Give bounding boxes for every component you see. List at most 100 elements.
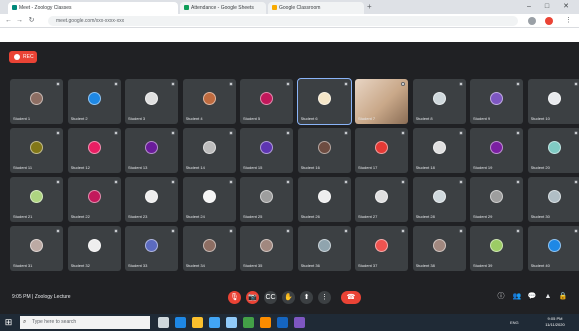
participant-tile[interactable]: Student 3 xyxy=(125,79,178,124)
participant-tile[interactable]: Student 40 xyxy=(527,226,579,271)
participant-tile[interactable]: Student 9 xyxy=(470,79,523,124)
back-icon[interactable]: ← xyxy=(4,16,13,26)
extension-icon[interactable] xyxy=(528,17,536,25)
participant-avatar xyxy=(375,190,388,203)
participant-tile[interactable]: Student 22 xyxy=(67,177,121,222)
participant-tile[interactable]: Student 27 xyxy=(355,177,408,222)
participant-tile[interactable]: Student 24 xyxy=(182,177,236,222)
mic-muted-icon xyxy=(573,229,578,233)
participant-tile[interactable]: Student 10 xyxy=(527,79,579,124)
participant-tile[interactable]: Student 26 xyxy=(297,177,351,222)
participant-tile[interactable]: Student 23 xyxy=(125,177,178,222)
taskbar-search-input[interactable]: ⌕ Type here to search xyxy=(20,316,150,329)
participant-tile[interactable]: Student 25 xyxy=(240,177,293,222)
participant-tile[interactable]: Student 12 xyxy=(67,128,121,173)
meeting-title: Zoology Lecture xyxy=(34,294,71,300)
present-button[interactable]: ⬆ xyxy=(300,291,313,304)
participant-name: Student 16 xyxy=(300,165,320,170)
camera-off-icon: 📷 xyxy=(248,294,257,301)
participant-tile[interactable]: Student 29 xyxy=(470,177,523,222)
chrome-icon[interactable] xyxy=(243,317,254,328)
participant-tile[interactable]: Student 28 xyxy=(412,177,466,222)
participant-name: Student 22 xyxy=(70,214,90,219)
close-icon[interactable]: ✕ xyxy=(561,2,571,12)
participant-avatar xyxy=(260,239,273,252)
tab-classroom[interactable]: Google Classroom xyxy=(268,2,364,14)
tab-sheets[interactable]: Attendance - Google Sheets xyxy=(180,2,266,14)
vlc-icon[interactable] xyxy=(260,317,271,328)
people-button[interactable]: 👥 xyxy=(512,292,522,302)
participant-tile[interactable]: Student 39 xyxy=(470,226,523,271)
participant-tile[interactable]: Student 17 xyxy=(355,128,408,173)
profile-avatar-icon[interactable] xyxy=(545,17,553,25)
participant-tile[interactable]: Student 2 xyxy=(67,79,121,124)
mic-muted-icon xyxy=(516,82,520,86)
participant-name: Student 11 xyxy=(13,165,33,170)
participant-tile[interactable]: Student 6 xyxy=(296,78,352,125)
browser-menu-icon[interactable]: ⋮ xyxy=(564,16,573,26)
activities-button[interactable]: ▲ xyxy=(543,292,553,302)
mic-muted-icon xyxy=(171,180,175,184)
participant-tile[interactable]: Student 4 xyxy=(182,79,236,124)
new-tab-button[interactable]: + xyxy=(367,3,375,11)
participant-tile[interactable]: Student 14 xyxy=(182,128,236,173)
more-options-button[interactable]: ⋮ xyxy=(318,291,331,304)
mail-icon[interactable] xyxy=(226,317,237,328)
camera-off-button[interactable]: 📷 xyxy=(246,291,259,304)
participant-avatar xyxy=(547,190,561,203)
word-icon[interactable] xyxy=(277,317,288,328)
minimize-icon[interactable]: – xyxy=(524,2,534,12)
participant-tile[interactable]: Student 32 xyxy=(67,226,121,271)
participant-tile[interactable]: Student 11 xyxy=(10,128,63,173)
meet-stage: REC Student 1 Student 2 Student 3 Student 4… xyxy=(0,42,579,314)
participant-tile[interactable]: Student 34 xyxy=(182,226,236,271)
participant-tile[interactable]: Student 31 xyxy=(10,226,63,271)
participant-tile[interactable]: Student 16 xyxy=(297,128,351,173)
photos-icon[interactable] xyxy=(294,317,305,328)
info-button[interactable]: ⓘ xyxy=(496,292,506,302)
store-icon[interactable] xyxy=(209,317,220,328)
reload-icon[interactable]: ↻ xyxy=(27,16,36,26)
participant-tile[interactable]: Student 36 xyxy=(297,226,351,271)
participant-tile[interactable]: Student 7 xyxy=(355,79,408,124)
participant-tile[interactable]: Student 21 xyxy=(10,177,63,222)
windows-start-icon[interactable]: ⊞ xyxy=(3,317,14,328)
edge-icon[interactable] xyxy=(175,317,186,328)
classroom-favicon-icon xyxy=(272,5,277,11)
participant-tile[interactable]: Student 30 xyxy=(527,177,579,222)
raise-hand-button[interactable]: ✋ xyxy=(282,291,295,304)
participant-tile[interactable]: Student 1 xyxy=(10,79,63,124)
participant-tile[interactable]: Student 35 xyxy=(240,226,293,271)
url-input[interactable]: meet.google.com/xxx-xxxx-xxx xyxy=(48,16,518,26)
mic-off-button[interactable]: 🎙 xyxy=(228,291,241,304)
chat-button[interactable]: 💬 xyxy=(527,292,537,302)
leave-call-button[interactable]: ☎ xyxy=(341,291,361,304)
participant-name: Student 1 xyxy=(13,116,31,121)
participant-tile[interactable]: Student 20 xyxy=(527,128,579,173)
taskbar-clock[interactable]: 9:05 PM 11/11/2020 xyxy=(537,316,573,328)
participant-tile[interactable]: Student 8 xyxy=(412,79,466,124)
captions-icon: CC xyxy=(265,294,276,301)
participant-tile[interactable]: Student 18 xyxy=(412,128,466,173)
captions-button[interactable]: CC xyxy=(264,291,277,304)
participant-tile[interactable]: Student 5 xyxy=(240,79,293,124)
mic-muted-icon xyxy=(458,229,463,233)
mic-muted-icon xyxy=(458,131,463,135)
participant-tile[interactable]: Student 37 xyxy=(355,226,408,271)
file-explorer-icon[interactable] xyxy=(192,317,203,328)
task-view-icon[interactable] xyxy=(158,317,169,328)
participant-tile[interactable]: Student 15 xyxy=(240,128,293,173)
participant-name: Student 18 xyxy=(415,165,435,170)
participant-tile[interactable]: Student 13 xyxy=(125,128,178,173)
participant-avatar xyxy=(375,141,388,154)
participant-tile[interactable]: Student 19 xyxy=(470,128,523,173)
tab-title: Meet - Zoology Classes xyxy=(19,5,72,11)
participant-avatar xyxy=(87,239,101,252)
participant-tile[interactable]: Student 38 xyxy=(412,226,466,271)
forward-icon[interactable]: → xyxy=(15,16,24,26)
lock-button[interactable]: 🔒 xyxy=(558,292,568,302)
maximize-icon[interactable]: □ xyxy=(542,2,552,12)
participant-tile[interactable]: Student 33 xyxy=(125,226,178,271)
tray-language[interactable]: ENG xyxy=(510,314,519,331)
tab-meet[interactable]: Meet - Zoology Classes xyxy=(8,2,178,14)
